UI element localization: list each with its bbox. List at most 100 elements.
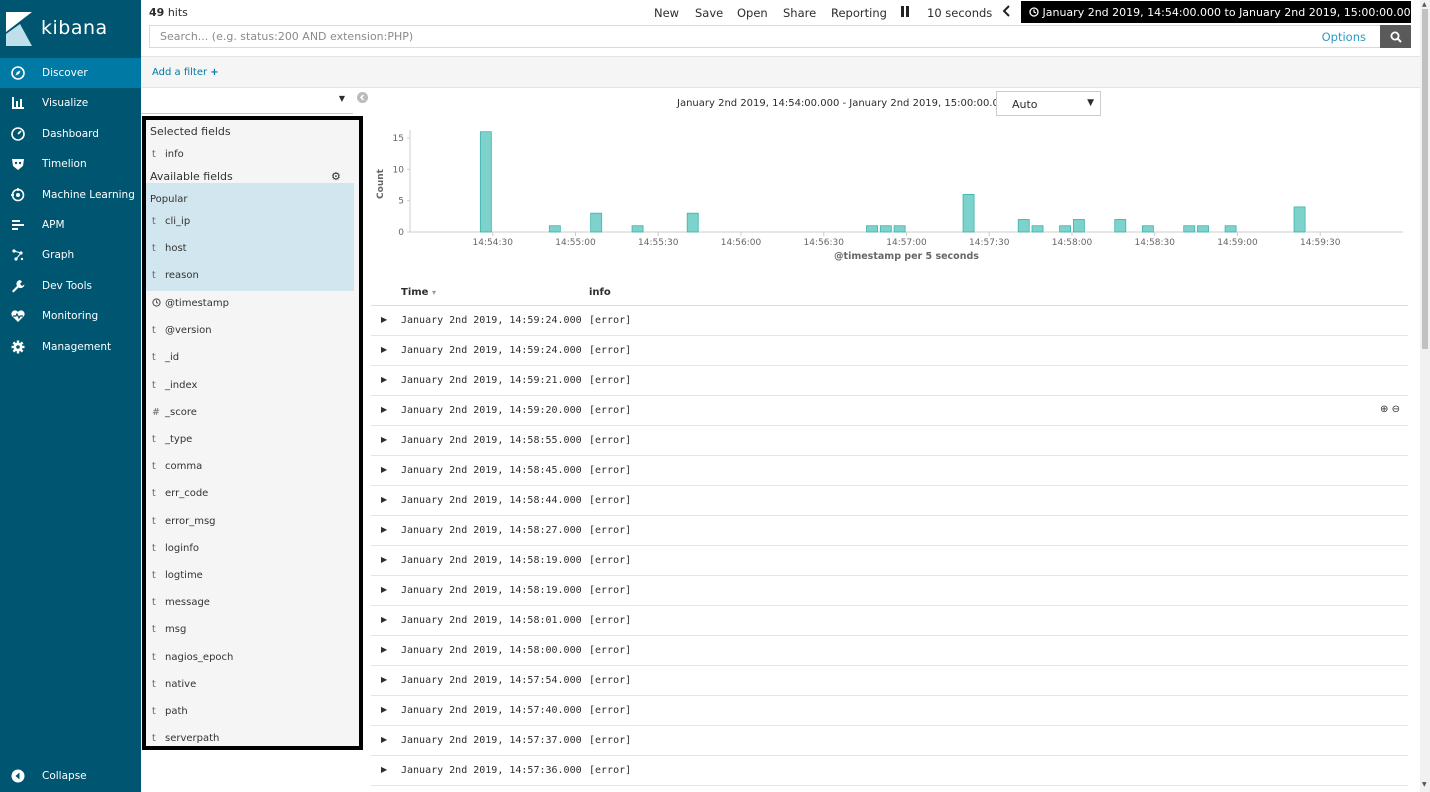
table-row[interactable]: ▶ January 2nd 2019, 14:58:44.000 [error]	[371, 486, 1408, 516]
expand-row-caret-icon[interactable]: ▶	[381, 705, 387, 714]
table-row[interactable]: ▶ January 2nd 2019, 14:58:27.000 [error]	[371, 516, 1408, 546]
field-item-type[interactable]: t _type	[146, 427, 351, 454]
scroll-up-icon[interactable]: ▲	[1422, 1, 1427, 8]
field-item-native[interactable]: t native	[146, 672, 351, 699]
table-row[interactable]: ▶ January 2nd 2019, 14:58:00.000 [error]	[371, 636, 1408, 666]
expand-row-caret-icon[interactable]: ▶	[381, 585, 387, 594]
histogram-bar	[893, 225, 906, 233]
field-item-err-code[interactable]: t err_code	[146, 481, 351, 508]
field-item-index[interactable]: t _index	[146, 373, 351, 400]
table-row[interactable]: ▶ January 2nd 2019, 14:58:19.000 [error]	[371, 576, 1408, 606]
table-row[interactable]: ▶ January 2nd 2019, 14:58:55.000 [error]	[371, 426, 1408, 456]
cell-time: January 2nd 2019, 14:58:00.000	[401, 645, 582, 656]
expand-row-caret-icon[interactable]: ▶	[381, 615, 387, 624]
table-row[interactable]: ▶ January 2nd 2019, 14:59:21.000 [error]	[371, 366, 1408, 396]
zoom-in-icon[interactable]: ⊕	[1380, 404, 1388, 415]
table-row[interactable]: ▶ January 2nd 2019, 14:59:24.000 [error]	[371, 336, 1408, 366]
field-item-host[interactable]: t host	[146, 236, 351, 263]
options-link[interactable]: Options	[1322, 30, 1366, 44]
time-column-header[interactable]: Time ▾	[401, 287, 436, 298]
scroll-down-icon[interactable]: ▼	[1422, 781, 1427, 788]
table-row[interactable]: ▶ January 2nd 2019, 14:57:54.000 [error]	[371, 666, 1408, 696]
nav-item-machine-learning[interactable]: Machine Learning	[0, 180, 141, 210]
expand-row-caret-icon[interactable]: ▶	[381, 675, 387, 684]
table-row[interactable]: ▶ January 2nd 2019, 14:59:20.000 [error] ⊕ …	[371, 396, 1408, 426]
field-item-reason[interactable]: t reason	[146, 263, 351, 290]
expand-row-caret-icon[interactable]: ▶	[381, 375, 387, 384]
field-item-id[interactable]: t _id	[146, 345, 351, 372]
interval-select[interactable]: Auto ▼	[996, 91, 1101, 116]
field-item-logtime[interactable]: t logtime	[146, 563, 351, 590]
expand-row-caret-icon[interactable]: ▶	[381, 495, 387, 504]
table-row[interactable]: ▶ January 2nd 2019, 14:57:36.000 [error]	[371, 756, 1408, 786]
search-icon	[1390, 31, 1402, 43]
field-item-loginfo[interactable]: t loginfo	[146, 536, 351, 563]
field-item-comma[interactable]: t comma	[146, 454, 351, 481]
expand-row-caret-icon[interactable]: ▶	[381, 555, 387, 564]
nav-item-graph[interactable]: Graph	[0, 240, 141, 270]
field-item-timestamp[interactable]: @timestamp	[146, 291, 351, 318]
histogram-chart[interactable]: 0 5 10 15 14:54:30 14:55:00 14:55:30 14:56:00 14…	[369, 124, 1420, 269]
time-step-back-button[interactable]	[1002, 5, 1011, 20]
table-row[interactable]: ▶ January 2nd 2019, 14:58:19.000 [error]	[371, 546, 1408, 576]
time-range-picker[interactable]: January 2nd 2019, 14:54:00.000 to Januar…	[1021, 1, 1418, 23]
nav-item-dev-tools[interactable]: Dev Tools	[0, 271, 141, 301]
top-nav-bar: 49 hits New Save Open Share Reporting 10…	[141, 0, 1420, 56]
zoom-out-icon[interactable]: ⊖	[1392, 404, 1400, 415]
expand-row-caret-icon[interactable]: ▶	[381, 765, 387, 774]
field-item-error-msg[interactable]: t error_msg	[146, 509, 351, 536]
expand-row-caret-icon[interactable]: ▶	[381, 465, 387, 474]
search-submit-button[interactable]	[1380, 25, 1411, 48]
pause-refresh-button[interactable]	[900, 6, 910, 20]
collapse-sidebar-button[interactable]	[357, 92, 368, 103]
nav-item-apm[interactable]: APM	[0, 210, 141, 240]
expand-row-caret-icon[interactable]: ▶	[381, 405, 387, 414]
open-button[interactable]: Open	[737, 6, 768, 20]
compass-icon	[10, 65, 26, 81]
nav-item-visualize[interactable]: Visualize	[0, 88, 141, 118]
expand-row-caret-icon[interactable]: ▶	[381, 525, 387, 534]
expand-row-caret-icon[interactable]: ▶	[381, 315, 387, 324]
expand-row-caret-icon[interactable]: ▶	[381, 735, 387, 744]
search-input[interactable]: Search... (e.g. status:200 AND extension…	[160, 30, 413, 43]
table-row[interactable]: ▶ January 2nd 2019, 14:57:37.000 [error]	[371, 726, 1408, 756]
cell-time: January 2nd 2019, 14:58:19.000	[401, 585, 582, 596]
refresh-interval-button[interactable]: 10 seconds	[927, 6, 992, 20]
field-item-selected[interactable]: t info	[146, 142, 351, 169]
expand-row-caret-icon[interactable]: ▶	[381, 645, 387, 654]
add-filter-link[interactable]: Add a filter +	[152, 67, 219, 78]
table-row[interactable]: ▶ January 2nd 2019, 14:59:24.000 [error]	[371, 306, 1408, 336]
field-item-cli-ip[interactable]: t cli_ip	[146, 209, 351, 236]
field-filter-gear-icon[interactable]: ⚙	[331, 170, 341, 183]
info-column-header[interactable]: info	[589, 287, 611, 298]
expand-row-caret-icon[interactable]: ▶	[381, 345, 387, 354]
table-row[interactable]: ▶ January 2nd 2019, 14:58:01.000 [error]	[371, 606, 1408, 636]
index-pattern-select[interactable]: ▼	[141, 88, 353, 114]
page-scrollbar[interactable]: ▲ ▼	[1420, 0, 1430, 792]
field-item-version[interactable]: t @version	[146, 318, 351, 345]
field-item-path[interactable]: t path	[146, 699, 351, 726]
new-button[interactable]: New	[654, 6, 679, 20]
nav-item-monitoring[interactable]: Monitoring	[0, 301, 141, 331]
nav-item-discover[interactable]: Discover	[0, 58, 141, 88]
share-button[interactable]: Share	[783, 6, 816, 20]
kibana-logo[interactable]: kibana	[0, 0, 141, 58]
nav-item-dashboard[interactable]: Dashboard	[0, 119, 141, 149]
filter-bar: Add a filter +	[141, 56, 1420, 88]
field-item-serverpath[interactable]: t serverpath	[146, 726, 351, 746]
save-button[interactable]: Save	[695, 6, 723, 20]
y-axis-label: Count	[376, 168, 386, 199]
field-item-nagios-epoch[interactable]: t nagios_epoch	[146, 645, 351, 672]
reporting-button[interactable]: Reporting	[831, 6, 887, 20]
table-row[interactable]: ▶ January 2nd 2019, 14:57:40.000 [error]	[371, 696, 1408, 726]
field-item-msg[interactable]: t msg	[146, 617, 351, 644]
field-item-score[interactable]: # _score	[146, 400, 351, 427]
collapse-nav-button[interactable]: Collapse	[0, 761, 141, 791]
field-name: @timestamp	[165, 298, 229, 309]
field-item-message[interactable]: t message	[146, 590, 351, 617]
nav-item-timelion[interactable]: Timelion	[0, 149, 141, 179]
scrollbar-thumb[interactable]	[1422, 9, 1428, 349]
nav-item-management[interactable]: Management	[0, 332, 141, 362]
expand-row-caret-icon[interactable]: ▶	[381, 435, 387, 444]
table-row[interactable]: ▶ January 2nd 2019, 14:58:45.000 [error]	[371, 456, 1408, 486]
